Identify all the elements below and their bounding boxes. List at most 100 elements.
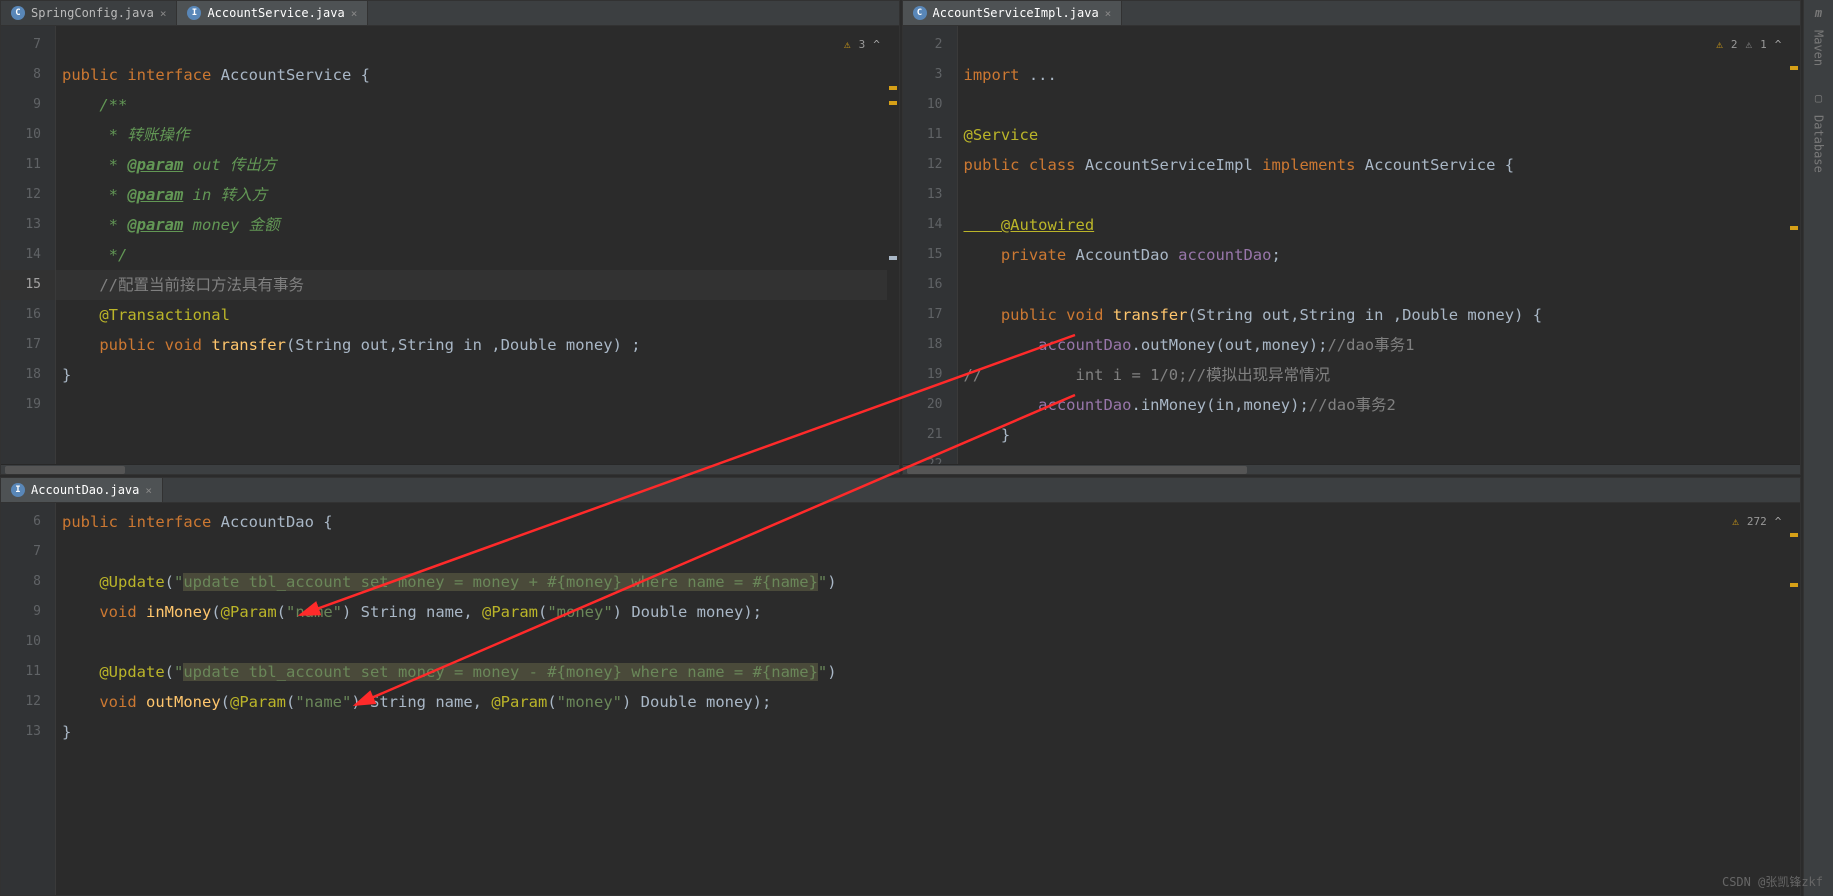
code-area[interactable]: 678910111213 ⚠ 272 ^ v public interface … (1, 503, 1800, 895)
close-icon[interactable]: × (351, 7, 358, 20)
code-body[interactable]: ⚠ 2 ⚠ 1 ^ v import ... @Servicepublic cla… (958, 26, 1801, 464)
code-body[interactable]: ⚠ 3 ^ v public interface AccountService … (56, 26, 899, 464)
code-line[interactable] (56, 627, 1800, 657)
code-line[interactable]: } (56, 717, 1800, 747)
line-number[interactable]: 19 (1, 390, 55, 420)
line-number[interactable]: 20 (903, 390, 957, 420)
code-line[interactable]: } (958, 420, 1801, 450)
line-number[interactable]: 14 (903, 210, 957, 240)
code-line[interactable] (958, 270, 1801, 300)
line-number[interactable]: 13 (903, 180, 957, 210)
code-line[interactable]: } (56, 360, 899, 390)
inspection-indicators[interactable]: ⚠ 2 ⚠ 1 ^ v (1716, 30, 1796, 60)
code-line[interactable]: * @param in 转入方 (56, 180, 899, 210)
line-number[interactable]: 8 (1, 567, 55, 597)
code-line[interactable]: @Update("update tbl_account set money = … (56, 657, 1800, 687)
line-number[interactable]: 19 (903, 360, 957, 390)
code-line[interactable] (958, 180, 1801, 210)
line-number[interactable]: 11 (1, 657, 55, 687)
line-number[interactable]: 18 (903, 330, 957, 360)
close-icon[interactable]: × (1105, 7, 1112, 20)
code-line[interactable]: //配置当前接口方法具有事务 (56, 270, 899, 300)
prev-highlight-icon[interactable]: ^ (1775, 507, 1782, 537)
code-line[interactable]: private AccountDao accountDao; (958, 240, 1801, 270)
gutter[interactable]: 678910111213 (1, 503, 56, 895)
line-number[interactable]: 6 (1, 507, 55, 537)
code-area[interactable]: 78910111213141516171819 ⚠ 3 ^ v public i… (1, 26, 899, 464)
line-number[interactable]: 15 (1, 270, 55, 300)
code-line[interactable] (56, 390, 899, 420)
code-line[interactable]: * @param out 传出方 (56, 150, 899, 180)
line-number[interactable]: 11 (903, 120, 957, 150)
maven-tool-button[interactable]: Maven (1812, 30, 1826, 66)
code-line[interactable]: public void transfer(String out,String i… (958, 300, 1801, 330)
line-number[interactable]: 16 (903, 270, 957, 300)
code-line[interactable] (958, 90, 1801, 120)
line-number[interactable]: 17 (903, 300, 957, 330)
line-number[interactable]: 11 (1, 150, 55, 180)
line-number[interactable]: 7 (1, 537, 55, 567)
tab-accountserviceimpl[interactable]: C AccountServiceImpl.java × (903, 1, 1123, 25)
line-number[interactable]: 10 (1, 627, 55, 657)
code-line[interactable]: // int i = 1/0;//模拟出现异常情况 (958, 360, 1801, 390)
code-line[interactable]: public interface AccountService { (56, 60, 899, 90)
prev-highlight-icon[interactable]: ^ (1775, 30, 1782, 60)
line-number[interactable]: 7 (1, 30, 55, 60)
scroll-marker[interactable] (1790, 226, 1798, 230)
code-line[interactable]: public interface AccountDao { (56, 507, 1800, 537)
code-line[interactable] (56, 537, 1800, 567)
code-line[interactable]: @Service (958, 120, 1801, 150)
scrollbar-vertical[interactable] (1788, 26, 1800, 464)
line-number[interactable]: 15 (903, 240, 957, 270)
line-number[interactable]: 16 (1, 300, 55, 330)
line-number[interactable]: 17 (1, 330, 55, 360)
line-number[interactable]: 12 (903, 150, 957, 180)
code-line[interactable]: accountDao.outMoney(out,money);//dao事务1 (958, 330, 1801, 360)
scroll-thumb[interactable] (907, 466, 1247, 474)
code-line[interactable] (958, 450, 1801, 464)
line-number[interactable]: 22 (903, 450, 957, 464)
tab-accountservice[interactable]: I AccountService.java × (177, 1, 368, 25)
scroll-marker[interactable] (1790, 583, 1798, 587)
line-number[interactable]: 3 (903, 60, 957, 90)
code-line[interactable]: import ... (958, 60, 1801, 90)
code-line[interactable]: public void transfer(String out,String i… (56, 330, 899, 360)
line-number[interactable]: 14 (1, 240, 55, 270)
code-line[interactable]: /** (56, 90, 899, 120)
code-line[interactable]: void inMoney(@Param("name") String name,… (56, 597, 1800, 627)
line-number[interactable]: 13 (1, 210, 55, 240)
scrollbar-vertical[interactable] (887, 26, 899, 464)
inspection-indicators[interactable]: ⚠ 272 ^ v (1732, 507, 1796, 537)
code-line[interactable]: */ (56, 240, 899, 270)
code-line[interactable] (958, 30, 1801, 60)
line-number[interactable]: 10 (1, 120, 55, 150)
tab-springconfig[interactable]: C SpringConfig.java × (1, 1, 177, 25)
code-line[interactable]: accountDao.inMoney(in,money);//dao事务2 (958, 390, 1801, 420)
code-body[interactable]: ⚠ 272 ^ v public interface AccountDao { … (56, 503, 1800, 895)
prev-highlight-icon[interactable]: ^ (873, 30, 880, 60)
line-number[interactable]: 2 (903, 30, 957, 60)
scroll-marker[interactable] (889, 86, 897, 90)
line-number[interactable]: 12 (1, 180, 55, 210)
close-icon[interactable]: × (160, 7, 167, 20)
line-number[interactable]: 8 (1, 60, 55, 90)
gutter[interactable]: 78910111213141516171819 (1, 26, 56, 464)
code-area[interactable]: 2310111213141516171819202122 ⚠ 2 ⚠ 1 ^ v… (903, 26, 1801, 464)
scroll-marker[interactable] (889, 256, 897, 260)
line-number[interactable]: 13 (1, 717, 55, 747)
code-line[interactable]: @Transactional (56, 300, 899, 330)
code-line[interactable]: @Update("update tbl_account set money = … (56, 567, 1800, 597)
code-line[interactable]: @Autowired (958, 210, 1801, 240)
scrollbar-horizontal[interactable] (1, 464, 899, 474)
scroll-marker[interactable] (889, 101, 897, 105)
code-line[interactable]: public class AccountServiceImpl implemen… (958, 150, 1801, 180)
gutter[interactable]: 2310111213141516171819202122 (903, 26, 958, 464)
code-line[interactable]: * 转账操作 (56, 120, 899, 150)
line-number[interactable]: 21 (903, 420, 957, 450)
line-number[interactable]: 9 (1, 90, 55, 120)
scrollbar-horizontal[interactable] (903, 464, 1801, 474)
close-icon[interactable]: × (145, 484, 152, 497)
database-tool-button[interactable]: Database (1812, 115, 1826, 173)
line-number[interactable]: 12 (1, 687, 55, 717)
tab-accountdao[interactable]: I AccountDao.java × (1, 478, 163, 502)
